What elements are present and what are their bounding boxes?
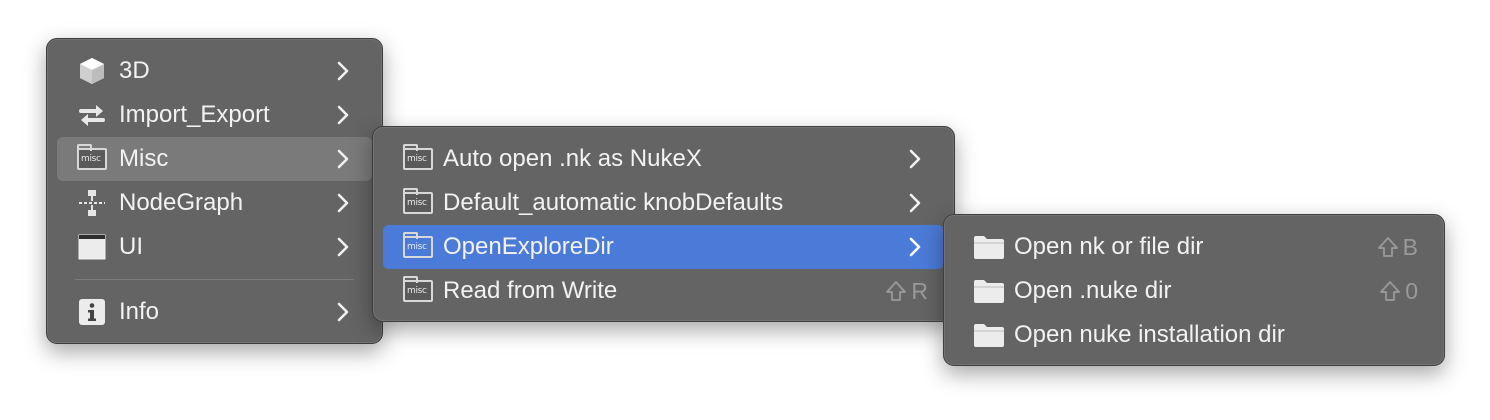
main-context-menu: 3D Import_Export misc Misc NodeGraph UI bbox=[46, 38, 383, 344]
menu-item-import-export[interactable]: Import_Export bbox=[57, 93, 372, 137]
shortcut-key: B bbox=[1402, 234, 1418, 260]
swap-arrows-icon bbox=[75, 93, 109, 137]
menu-item-ui[interactable]: UI bbox=[57, 225, 372, 269]
menu-item-label: Open nk or file dir bbox=[1014, 233, 1204, 260]
cube-icon bbox=[75, 49, 109, 93]
menu-item-default-automatic[interactable]: misc Default_automatic knobDefaults bbox=[383, 181, 944, 225]
menu-item-label: Open nuke installation dir bbox=[1014, 321, 1285, 348]
shift-key-icon bbox=[886, 281, 907, 301]
misc-submenu: misc Auto open .nk as NukeX misc Default… bbox=[372, 126, 955, 322]
menu-item-label: Read from Write bbox=[443, 277, 618, 304]
shortcut-key: 0 bbox=[1405, 278, 1418, 304]
chevron-right-icon bbox=[336, 181, 350, 225]
misc-folder-icon: misc bbox=[401, 181, 435, 225]
folder-icon bbox=[972, 225, 1006, 269]
chevron-right-icon bbox=[336, 93, 350, 137]
menu-item-open-nk-or-file-dir[interactable]: Open nk or file dir B bbox=[954, 225, 1434, 269]
openexploredir-submenu: Open nk or file dir B Open .nuke dir 0 O… bbox=[943, 214, 1445, 366]
menu-item-label: 3D bbox=[119, 57, 150, 84]
misc-folder-icon: misc bbox=[401, 269, 435, 313]
chevron-right-icon bbox=[336, 49, 350, 93]
info-icon bbox=[75, 290, 109, 334]
chevron-right-icon bbox=[336, 225, 350, 269]
folder-icon bbox=[972, 313, 1006, 357]
chevron-right-icon bbox=[908, 225, 922, 269]
menu-item-label: Open .nuke dir bbox=[1014, 277, 1172, 304]
chevron-right-icon bbox=[336, 137, 350, 181]
menu-item-label: Misc bbox=[119, 145, 169, 172]
menu-item-label: Info bbox=[119, 298, 160, 325]
keyboard-shortcut: 0 bbox=[1379, 269, 1418, 313]
menu-item-auto-open-nk[interactable]: misc Auto open .nk as NukeX bbox=[383, 137, 944, 181]
folder-icon bbox=[972, 269, 1006, 313]
menu-item-label: Default_automatic knobDefaults bbox=[443, 189, 784, 216]
menu-item-open-nuke-dir[interactable]: Open .nuke dir 0 bbox=[954, 269, 1434, 313]
menu-separator bbox=[75, 279, 354, 280]
misc-folder-icon: misc bbox=[401, 225, 435, 269]
menu-item-label: Import_Export bbox=[119, 101, 270, 128]
menu-item-info[interactable]: Info bbox=[57, 290, 372, 334]
misc-folder-icon: misc bbox=[401, 137, 435, 181]
menu-item-nodegraph[interactable]: NodeGraph bbox=[57, 181, 372, 225]
chevron-right-icon bbox=[908, 137, 922, 181]
menu-item-read-from-write[interactable]: misc Read from Write R bbox=[383, 269, 944, 313]
chevron-right-icon bbox=[908, 181, 922, 225]
shift-key-icon bbox=[1380, 281, 1401, 301]
keyboard-shortcut: R bbox=[885, 269, 928, 313]
chevron-right-icon bbox=[336, 290, 350, 334]
nodegraph-icon bbox=[75, 181, 109, 225]
menu-item-label: OpenExploreDir bbox=[443, 233, 614, 260]
shortcut-key: R bbox=[911, 278, 928, 304]
menu-item-label: Auto open .nk as NukeX bbox=[443, 145, 702, 172]
window-icon bbox=[75, 225, 109, 269]
menu-item-openexploredir[interactable]: misc OpenExploreDir bbox=[383, 225, 944, 269]
keyboard-shortcut: B bbox=[1377, 225, 1418, 269]
menu-item-open-nuke-installation-dir[interactable]: Open nuke installation dir bbox=[954, 313, 1434, 357]
menu-item-misc[interactable]: misc Misc bbox=[57, 137, 372, 181]
menu-item-label: NodeGraph bbox=[119, 189, 244, 216]
menu-item-3d[interactable]: 3D bbox=[57, 49, 372, 93]
misc-folder-icon: misc bbox=[75, 137, 109, 181]
menu-item-label: UI bbox=[119, 233, 143, 260]
shift-key-icon bbox=[1377, 237, 1398, 257]
